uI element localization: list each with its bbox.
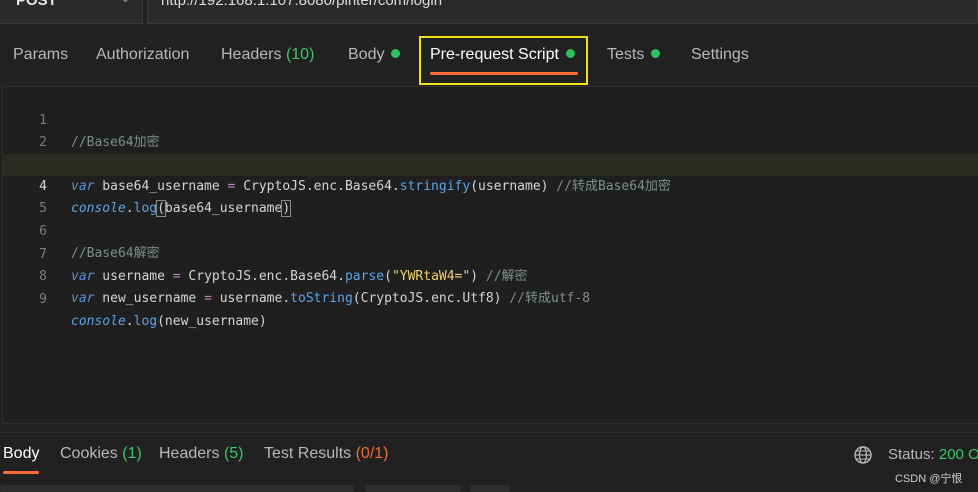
tab-label: Settings (691, 46, 749, 63)
tab-label: Pre-request Script (430, 46, 559, 63)
code-line: 8 var new_username = username.toString(C… (3, 244, 978, 306)
tab-label: Tests (607, 46, 645, 63)
response-tab-body[interactable]: Body (3, 445, 39, 463)
status-dot-icon (565, 49, 575, 59)
tab-count: (5) (223, 445, 244, 462)
globe-icon[interactable] (853, 445, 873, 465)
tab-count: (10) (285, 46, 315, 63)
tab-count: (1) (122, 445, 142, 462)
tab-label: Headers (159, 445, 220, 462)
request-bar: POST ⌄ http://192.168.1.107:8080/pinter/… (0, 0, 978, 24)
chevron-down-icon: ⌄ (120, 0, 131, 6)
tab-body[interactable]: Body (348, 46, 401, 64)
tab-authorization[interactable]: Authorization (96, 46, 189, 64)
response-toolbar-segment (470, 485, 510, 492)
response-status: Status: 200 O (888, 446, 978, 463)
code-line: 2 var username = CryptoJS.enc.Utf8.parse… (3, 110, 978, 172)
active-tab-underline (3, 471, 39, 474)
status-code: 200 O (938, 446, 978, 463)
url-text: http://192.168.1.107:8080/pinter/com/log… (161, 0, 443, 9)
tab-params[interactable]: Params (13, 46, 68, 64)
code-text: var new_username = username.toString(Cry… (71, 291, 591, 306)
tab-label: Body (348, 46, 385, 63)
tab-tests[interactable]: Tests (607, 46, 661, 64)
status-dot-icon (391, 49, 401, 59)
url-input[interactable]: http://192.168.1.107:8080/pinter/com/log… (147, 0, 978, 24)
code-line-current: 4 console.log(base64_username) (3, 154, 978, 217)
code-text: console.log(new_username) (71, 314, 267, 329)
response-tab-cookies[interactable]: Cookies (1) (60, 445, 142, 463)
code-line: 5 (3, 176, 978, 216)
code-line: 1 //Base64加密 (3, 88, 978, 150)
code-line: 9 console.log(new_username) (3, 267, 978, 329)
tab-label: Body (3, 445, 40, 462)
response-tab-headers[interactable]: Headers (5) (159, 445, 244, 463)
tab-label: Authorization (96, 46, 190, 63)
tab-settings[interactable]: Settings (691, 46, 749, 64)
tab-label: Test Results (264, 445, 352, 462)
active-tab-underline (430, 72, 578, 75)
code-line: 7 var username = CryptoJS.enc.Base64.par… (3, 222, 978, 284)
tab-headers[interactable]: Headers (10) (221, 46, 314, 64)
code-line: 6 //Base64解密 (3, 199, 978, 261)
status-label: Status: (888, 446, 935, 463)
tab-label: Cookies (60, 445, 118, 462)
code-line: 3 var base64_username = CryptoJS.enc.Bas… (3, 132, 978, 194)
response-panel: Body Cookies (1) Headers (5) Test Result… (0, 432, 978, 492)
method-label: POST (16, 0, 57, 9)
tab-pre-request-script[interactable]: Pre-request Script (430, 46, 575, 64)
watermark: CSDN @宁恨 (893, 470, 965, 486)
response-toolbar-segment (365, 485, 461, 492)
line-number: 9 (39, 292, 47, 307)
tab-count: (0/1) (355, 445, 389, 462)
method-select[interactable]: POST ⌄ (0, 0, 143, 24)
script-editor[interactable]: 1 //Base64加密 2 var username = CryptoJS.e… (2, 86, 978, 424)
response-tab-test-results[interactable]: Test Results (0/1) (264, 445, 389, 463)
response-toolbar-segment (0, 485, 354, 492)
status-dot-icon (651, 49, 661, 59)
request-tabs: Params Authorization Headers (10) Body P… (0, 36, 978, 86)
tab-label: Headers (221, 46, 282, 63)
tab-label: Params (13, 46, 69, 63)
